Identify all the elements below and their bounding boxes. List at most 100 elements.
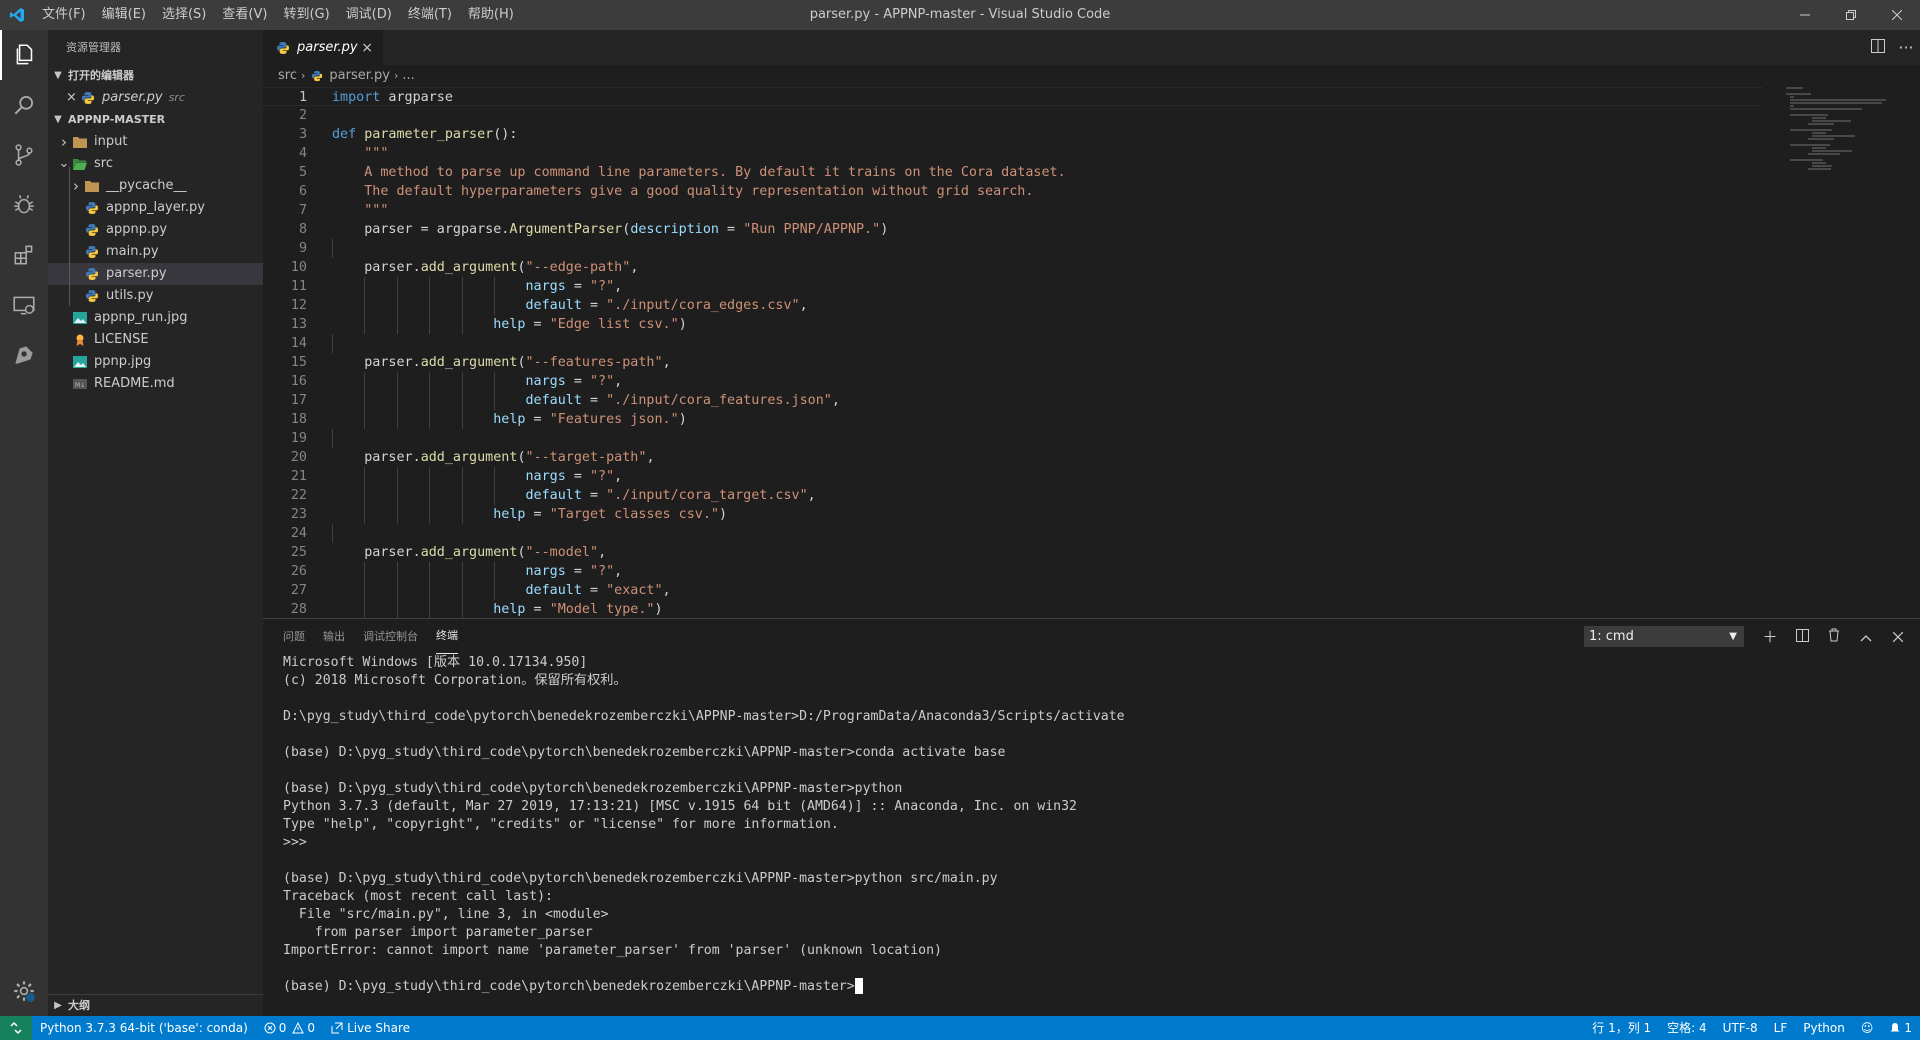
breadcrumb-symbol[interactable]: ... [402,65,414,87]
menu-go[interactable]: 转到(G) [275,0,337,30]
menu-file[interactable]: 文件(F) [34,0,94,30]
terminal-select-value: 1: cmd [1589,629,1634,644]
tree-item-appnp-layer-py[interactable]: appnp_layer.py [48,197,263,219]
minimap-line [1790,102,1882,104]
explorer-icon[interactable] [0,30,48,80]
file-tree: › input ⌄ src › __pycache__ appnp_layer.py appn… [48,131,263,395]
line-number: 27 [290,583,307,598]
minimap[interactable] [1786,87,1906,307]
terminal-output[interactable]: Microsoft Windows [版本 10.0.17134.950] (c)… [263,654,1920,996]
tab-debug-console[interactable]: 调试控制台 [363,619,418,654]
tab-label: parser.py [297,40,358,55]
terminal-line-text: (base) D:\pyg_study\third_code\pytorch\b… [283,979,855,994]
chevron-up-icon[interactable] [1850,628,1882,646]
terminal-select[interactable]: 1: cmd ▼ [1584,626,1744,647]
remote-indicator-icon[interactable] [0,1016,32,1040]
minimize-icon[interactable] [1782,0,1828,30]
status-right: 行 1，列 1 空格: 4 UTF-8 LF Python ☺ 1 [1584,1016,1920,1040]
live-share-icon[interactable] [0,330,48,380]
code-line: 6 The default hyperparameters give a goo… [263,182,1763,201]
tab-parser-py[interactable]: parser.py × [263,30,383,65]
workspace-root-header[interactable]: ▼ APPNP-MASTER [48,109,263,131]
minimap-line [1812,150,1852,152]
debug-icon[interactable] [0,180,48,230]
tree-item-license[interactable]: LICENSE [48,329,263,351]
close-panel-icon[interactable] [1882,628,1914,646]
indent-guide [332,429,333,448]
menu-view[interactable]: 查看(V) [214,0,275,30]
code-line: 1 import argparse [263,87,1763,106]
outline-header[interactable]: ▶ 大纲 [48,994,263,1016]
line-number: 26 [290,564,307,579]
minimap-line [1790,159,1824,161]
tab-output[interactable]: 输出 [323,619,345,654]
breadcrumb-src[interactable]: src [278,65,297,87]
line-number: 17 [290,393,307,408]
tree-item-parser-py[interactable]: parser.py [48,263,263,285]
terminal-line: Traceback (most recent call last): [283,888,1920,906]
chevron-right-icon: › [393,69,399,82]
line-number: 22 [290,488,307,503]
menu-terminal[interactable]: 终端(T) [400,0,460,30]
remote-explorer-icon[interactable] [0,280,48,330]
end-of-line[interactable]: LF [1766,1016,1796,1040]
terminal-line-text: D:\pyg_study\third_code\pytorch\benedekr… [283,709,1125,724]
menu-edit[interactable]: 编辑(E) [94,0,154,30]
cursor-position[interactable]: 行 1，列 1 [1584,1016,1659,1040]
open-editor-item[interactable]: × parser.py src [48,87,263,109]
tree-item-readme-md[interactable]: M↓ README.md [48,373,263,395]
indentation[interactable]: 空格: 4 [1659,1016,1715,1040]
tab-terminal[interactable]: 终端 [436,619,458,654]
close-window-icon[interactable] [1874,0,1920,30]
menu-help[interactable]: 帮助(H) [460,0,522,30]
menu-debug[interactable]: 调试(D) [338,0,400,30]
close-editor-icon[interactable]: × [66,87,80,109]
line-number: 19 [290,431,307,446]
source-control-icon[interactable] [0,130,48,180]
new-terminal-icon[interactable]: ＋ [1754,626,1786,647]
code-text: help = "Target classes csv.") [493,507,728,522]
extensions-icon[interactable] [0,230,48,280]
vscode-logo-icon [0,0,34,30]
more-actions-icon[interactable]: ··· [1892,38,1920,57]
open-editors-header[interactable]: ▼ 打开的编辑器 [48,65,263,87]
python-interpreter[interactable]: Python 3.7.3 64-bit ('base': conda) [32,1016,256,1040]
tree-item-appnp-py[interactable]: appnp.py [48,219,263,241]
code-editor[interactable]: 1 import argparse 2 3 def parameter_parser()… [263,87,1763,619]
file-encoding[interactable]: UTF-8 [1715,1016,1766,1040]
tree-item-pycache[interactable]: › __pycache__ [48,175,263,197]
editor-group: parser.py × ··· src › parser.py › ... 1 i… [263,30,1920,619]
breadcrumb-file[interactable]: parser.py [329,65,390,87]
python-file-icon [309,68,325,84]
terminal-line-text: Python 3.7.3 (default, Mar 27 2019, 17:1… [283,799,1077,814]
tree-item-utils-py[interactable]: utils.py [48,285,263,307]
trash-icon[interactable] [1818,628,1850,646]
restore-icon[interactable] [1828,0,1874,30]
bottom-panel: 问题 输出 调试控制台 终端 1: cmd ▼ ＋ Microsoft Wind… [263,618,1920,1016]
chevron-down-icon: ▼ [54,114,62,125]
search-icon[interactable] [0,80,48,130]
tree-item-main-py[interactable]: main.py [48,241,263,263]
language-mode[interactable]: Python [1795,1016,1853,1040]
split-editor-icon[interactable] [1864,38,1892,57]
code-line: 28 help = "Model type.") [263,600,1763,619]
code-text: """ [332,203,389,218]
split-terminal-icon[interactable] [1786,628,1818,646]
tree-item-ppnp-jpg[interactable]: ppnp.jpg [48,351,263,373]
minimap-line [1790,144,1830,146]
settings-gear-icon[interactable] [0,966,48,1016]
menu-selection[interactable]: 选择(S) [154,0,214,30]
feedback-smiley-icon[interactable]: ☺ [1853,1016,1882,1040]
live-share-button[interactable]: Live Share [323,1016,418,1040]
problems-count[interactable]: 0 0 [256,1016,323,1040]
notifications[interactable]: 1 [1881,1016,1920,1040]
code-text: default = "./input/cora_edges.csv", [525,298,808,313]
tree-item-src[interactable]: ⌄ src [48,153,263,175]
close-tab-icon[interactable]: × [361,40,373,56]
tree-item-appnp-run-jpg[interactable]: appnp_run.jpg [48,307,263,329]
python-file-icon [84,266,100,282]
tab-problems[interactable]: 问题 [283,619,305,654]
minimap-line [1812,132,1826,134]
tree-item-input[interactable]: › input [48,131,263,153]
image-file-icon [72,310,88,326]
